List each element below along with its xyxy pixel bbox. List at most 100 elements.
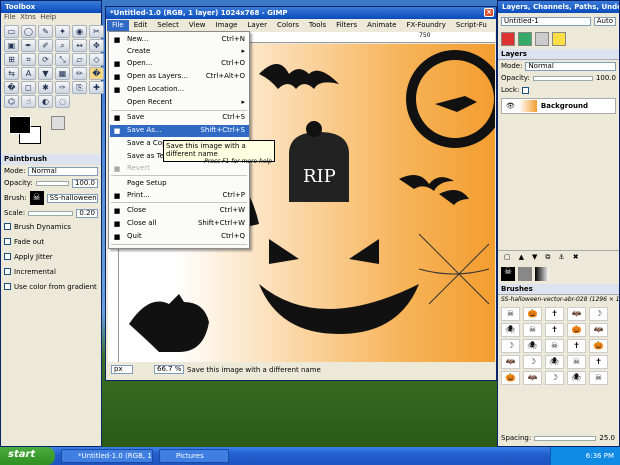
- rotate-icon[interactable]: ⟳: [38, 53, 53, 66]
- brush-thumbnail[interactable]: 🎃: [589, 339, 608, 353]
- brush-thumbnail[interactable]: 🕷: [523, 339, 542, 353]
- raise-layer-icon[interactable]: ▲: [519, 253, 524, 262]
- eye-icon[interactable]: 👁: [506, 102, 515, 110]
- measure-icon[interactable]: ↔: [72, 39, 87, 52]
- brush-thumbnail[interactable]: 🦇: [523, 371, 542, 385]
- menu-select[interactable]: Select: [152, 20, 184, 31]
- brush-thumbnail[interactable]: 🕷: [567, 371, 586, 385]
- heal-icon[interactable]: ⎘: [72, 81, 87, 94]
- scale-value[interactable]: 0.20: [76, 208, 98, 218]
- brush-thumbnail[interactable]: ☽: [523, 355, 542, 369]
- perspective-clone-icon[interactable]: ✚: [89, 81, 104, 94]
- menu-edit[interactable]: Edit: [129, 20, 153, 31]
- toolbox-menu-help[interactable]: Help: [40, 13, 56, 21]
- skull-brush-icon[interactable]: ☠: [501, 267, 515, 281]
- paintbrush-icon[interactable]: �: [89, 67, 104, 80]
- menu-colors[interactable]: Colors: [272, 20, 304, 31]
- spacing-value[interactable]: 25.0: [599, 434, 615, 442]
- ink-icon[interactable]: ✱: [38, 81, 53, 94]
- new-layer-icon[interactable]: ▢: [504, 253, 511, 262]
- menu-script-fu[interactable]: Script-Fu: [451, 20, 492, 31]
- mode-select[interactable]: Normal: [28, 166, 98, 176]
- brush-thumbnail[interactable]: ✝: [567, 339, 586, 353]
- channels-tab-icon[interactable]: [518, 32, 532, 46]
- color-select-icon[interactable]: ◉: [72, 25, 87, 38]
- option-row[interactable]: Brush Dynamics: [1, 219, 101, 234]
- lasso-icon[interactable]: ✎: [38, 25, 53, 38]
- foreground-select-icon[interactable]: ▣: [4, 39, 19, 52]
- blur-icon[interactable]: ◐: [38, 95, 53, 108]
- brush-thumbnail[interactable]: ☠: [501, 307, 520, 321]
- active-brush-preview[interactable]: [51, 116, 65, 130]
- start-button[interactable]: start: [0, 447, 55, 465]
- move-icon[interactable]: ✥: [89, 39, 104, 52]
- paths-tab-icon[interactable]: [535, 32, 549, 46]
- option-row[interactable]: Use color from gradient: [1, 279, 101, 294]
- brush-thumbnail[interactable]: 🎃: [501, 371, 520, 385]
- scissors-icon[interactable]: ✂: [89, 25, 104, 38]
- option-checkbox[interactable]: [4, 268, 11, 275]
- undo-tab-icon[interactable]: [552, 32, 566, 46]
- brush-thumbnail[interactable]: ☠: [523, 323, 542, 337]
- option-checkbox[interactable]: [4, 253, 11, 260]
- file-menu-item[interactable]: ■ Print... Ctrl+P: [110, 190, 249, 202]
- layer-opacity-value[interactable]: 100.0: [596, 74, 616, 82]
- align-icon[interactable]: ⊞: [4, 53, 19, 66]
- brush-thumbnail[interactable]: ✝: [545, 323, 564, 337]
- brush-thumbnail[interactable]: 🦇: [567, 307, 586, 321]
- lower-layer-icon[interactable]: ▼: [532, 253, 537, 262]
- file-menu-item[interactable]: ■ Save Ctrl+S: [110, 112, 249, 124]
- option-row[interactable]: Apply Jitter: [1, 249, 101, 264]
- option-checkbox[interactable]: [4, 238, 11, 245]
- brush-name[interactable]: SS-halloween-vect: [46, 193, 98, 203]
- option-checkbox[interactable]: [4, 223, 11, 230]
- file-menu-item[interactable]: Create ▸: [110, 46, 249, 58]
- shear-icon[interactable]: ▱: [72, 53, 87, 66]
- foreground-color-swatch[interactable]: [9, 116, 31, 134]
- layer-row[interactable]: 👁 Background: [501, 98, 616, 114]
- flip-icon[interactable]: ⇆: [4, 67, 19, 80]
- menu-animate[interactable]: Animate: [362, 20, 401, 31]
- dodge-burn-icon[interactable]: ◌: [55, 95, 70, 108]
- file-menu-item[interactable]: ■ Quit Ctrl+Q: [110, 231, 249, 243]
- fg-bg-colors[interactable]: [9, 116, 45, 146]
- toolbox-menu-file[interactable]: File: [4, 13, 16, 21]
- brush-thumbnail[interactable]: ☠: [545, 339, 564, 353]
- paths-icon[interactable]: ✒: [21, 39, 36, 52]
- task-gimp[interactable]: *Untitled-1.0 (RGB, 1 ...: [61, 449, 153, 463]
- ellipse-select-icon[interactable]: ◯: [21, 25, 36, 38]
- brush-thumbnail[interactable]: ☽: [545, 371, 564, 385]
- blend-icon[interactable]: ▦: [55, 67, 70, 80]
- spacing-slider[interactable]: [534, 435, 597, 441]
- brush-thumbnail[interactable]: ✝: [589, 355, 608, 369]
- rect-select-icon[interactable]: ▭: [4, 25, 19, 38]
- layer-mode-select[interactable]: Normal: [525, 61, 616, 71]
- menu-file[interactable]: File: [107, 20, 129, 31]
- menu-fx-foundry[interactable]: FX-Foundry: [402, 20, 451, 31]
- menu-view[interactable]: View: [184, 20, 211, 31]
- file-menu-item[interactable]: ■ Close all Shift+Ctrl+W: [110, 218, 249, 230]
- option-checkbox[interactable]: [4, 283, 11, 290]
- file-menu-item[interactable]: Page Setup: [110, 178, 249, 190]
- option-row[interactable]: Fade out: [1, 234, 101, 249]
- bucket-icon[interactable]: ▼: [38, 67, 53, 80]
- pattern-swatch[interactable]: [518, 267, 532, 281]
- brush-thumbnail[interactable]: 🕷: [501, 323, 520, 337]
- file-menu-item[interactable]: ■ Open as Layers... Ctrl+Alt+O: [110, 71, 249, 83]
- opacity-value[interactable]: 100.0: [71, 178, 98, 188]
- file-menu-item[interactable]: ■ Save As... Shift+Ctrl+S: [110, 125, 249, 137]
- option-row[interactable]: Incremental: [1, 264, 101, 279]
- scale-icon[interactable]: ⤡: [55, 53, 70, 66]
- duplicate-layer-icon[interactable]: ⧉: [545, 253, 550, 262]
- smudge-icon[interactable]: ⌬: [4, 95, 19, 108]
- scale-slider[interactable]: [28, 210, 74, 216]
- brush-thumbnail[interactable]: ☽: [589, 307, 608, 321]
- crop-icon[interactable]: ⌗: [21, 53, 36, 66]
- file-menu-item[interactable]: ■ New... Ctrl+N: [110, 34, 249, 46]
- layer-opacity-slider[interactable]: [532, 75, 593, 81]
- file-menu-item[interactable]: ■ Open Location...: [110, 84, 249, 96]
- delete-layer-icon[interactable]: ✖: [573, 253, 579, 262]
- fuzzy-select-icon[interactable]: ✦: [55, 25, 70, 38]
- brush-thumbnail[interactable]: ☠: [567, 355, 586, 369]
- brush-thumbnail[interactable]: 🎃: [567, 323, 586, 337]
